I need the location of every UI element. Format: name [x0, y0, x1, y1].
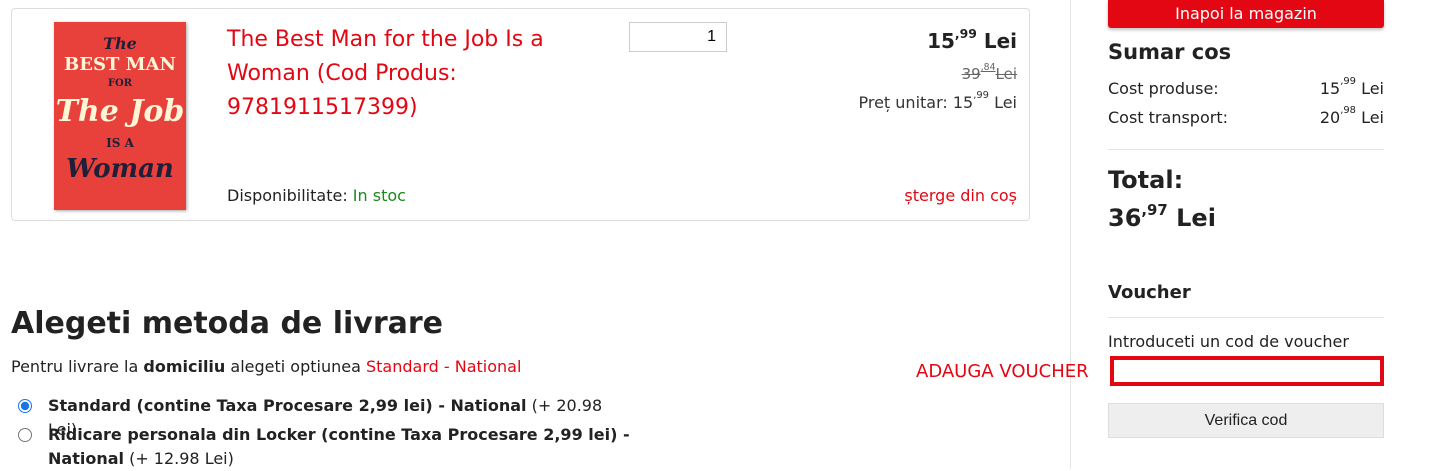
- quantity-input[interactable]: [629, 22, 727, 52]
- cover-text: Woman: [66, 154, 174, 184]
- product-old-price: 39,84Lei: [961, 62, 1018, 83]
- sidebar-divider: [1070, 0, 1071, 469]
- availability-status: In stoc: [352, 186, 406, 205]
- remove-from-cart-link[interactable]: șterge din coș: [904, 186, 1017, 205]
- old-price-decimals: ,84: [980, 62, 996, 73]
- transport-cost-label: Cost transport:: [1108, 108, 1228, 127]
- cover-text: FOR: [107, 78, 133, 89]
- products-cost-value: 15,99 Lei: [1319, 76, 1384, 98]
- book-cover-image[interactable]: The BEST MAN FOR The Job IS A Woman: [54, 22, 186, 210]
- old-price-currency: Lei: [995, 65, 1018, 83]
- transport-cost-integer: 20: [1319, 108, 1341, 127]
- products-cost-label: Cost produse:: [1108, 79, 1219, 98]
- cart-item: The BEST MAN FOR The Job IS A Woman The …: [11, 8, 1030, 221]
- delivery-option-locker[interactable]: Ridicare personala din Locker (contine T…: [18, 423, 698, 471]
- voucher-divider: [1108, 317, 1384, 318]
- product-price: 15,99 Lei: [927, 26, 1017, 53]
- voucher-title: Voucher: [1108, 282, 1191, 303]
- price-integer: 15: [927, 29, 955, 53]
- summary-divider: [1108, 149, 1384, 150]
- price-currency: Lei: [976, 29, 1017, 53]
- total-label: Total:: [1108, 166, 1184, 194]
- unit-price-integer: 15: [952, 93, 974, 112]
- delivery-title: Alegeti metoda de livrare: [11, 306, 444, 341]
- transport-cost-decimals: ,98: [1340, 105, 1356, 116]
- cover-text: IS A: [106, 136, 134, 150]
- products-cost-decimals: ,99: [1340, 76, 1356, 87]
- total-integer: 36: [1108, 204, 1142, 232]
- delivery-hint: Pentru livrare la domiciliu alegeti opti…: [11, 357, 521, 376]
- voucher-input[interactable]: [1110, 356, 1384, 386]
- verify-code-button[interactable]: Verifica cod: [1108, 403, 1384, 438]
- delivery-hint-prefix: Pentru livrare la: [11, 357, 144, 376]
- transport-cost-value: 20,98 Lei: [1319, 105, 1384, 127]
- cover-text: BEST MAN: [64, 54, 176, 75]
- cover-text: The: [103, 34, 137, 53]
- total-currency: Lei: [1167, 204, 1216, 232]
- voucher-annotation: ADAUGA VOUCHER: [916, 361, 1089, 382]
- availability: Disponibilitate: In stoc: [227, 186, 406, 205]
- delivery-hint-option: Standard - National: [365, 357, 522, 376]
- transport-cost-currency: Lei: [1355, 108, 1384, 127]
- products-cost-integer: 15: [1319, 79, 1341, 98]
- back-to-shop-button[interactable]: Inapoi la magazin: [1108, 0, 1384, 28]
- delivery-hint-bold: domiciliu: [143, 357, 226, 376]
- delivery-radio-standard[interactable]: [18, 399, 32, 413]
- delivery-hint-middle: alegeti optiunea: [225, 357, 366, 376]
- price-decimals: ,99: [954, 26, 977, 41]
- unit-price-decimals: ,99: [973, 90, 989, 101]
- old-price-integer: 39: [961, 65, 981, 83]
- unit-price-label: Preț unitar:: [858, 93, 953, 112]
- cover-text: The Job: [55, 94, 185, 129]
- cart-summary-title: Sumar cos: [1108, 40, 1232, 64]
- delivery-option-price: (+ 12.98 Lei): [123, 449, 234, 468]
- unit-price-currency: Lei: [988, 93, 1017, 112]
- delivery-radio-locker[interactable]: [18, 428, 32, 442]
- product-title-link[interactable]: The Best Man for the Job Is a Woman (Cod…: [227, 23, 587, 125]
- unit-price: Preț unitar: 15,99 Lei: [858, 90, 1017, 112]
- availability-label: Disponibilitate:: [227, 186, 353, 205]
- total-value: 36,97 Lei: [1108, 201, 1216, 232]
- products-cost-currency: Lei: [1355, 79, 1384, 98]
- delivery-option-label: Standard (contine Taxa Procesare 2,99 le…: [48, 396, 527, 415]
- total-decimals: ,97: [1141, 201, 1168, 219]
- voucher-hint: Introduceti un cod de voucher: [1108, 332, 1349, 351]
